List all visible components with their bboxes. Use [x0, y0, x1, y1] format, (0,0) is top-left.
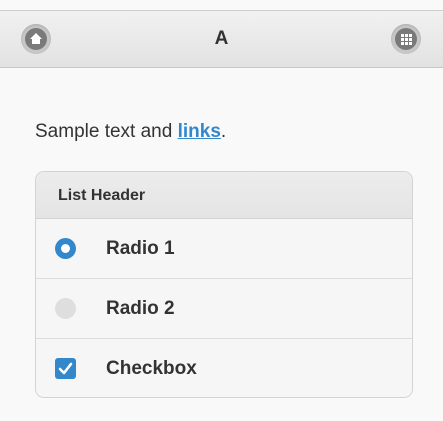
radio-2-label: Radio 2 — [106, 298, 175, 319]
radio-checked-icon[interactable] — [55, 238, 76, 259]
grid-icon — [401, 34, 412, 45]
radio-unchecked-icon[interactable] — [55, 298, 76, 319]
list-item-radio-2[interactable]: Radio 2 — [36, 279, 412, 339]
checkbox-label: Checkbox — [106, 358, 197, 379]
links-link[interactable]: links — [178, 121, 221, 142]
app-window: A Sample text and links. List Header Rad… — [0, 0, 443, 421]
list-item-checkbox[interactable]: Checkbox — [36, 339, 412, 397]
list-view: List Header Radio 1 Radio 2 Checkbox — [35, 171, 413, 398]
page-title: A — [214, 28, 229, 49]
list-item-radio-1[interactable]: Radio 1 — [36, 219, 412, 279]
sample-text-paragraph: Sample text and links. — [35, 121, 226, 143]
grid-button[interactable] — [391, 24, 421, 54]
checkmark-icon — [58, 362, 73, 375]
sample-text-suffix: . — [220, 121, 227, 142]
list-header: List Header — [36, 172, 412, 219]
radio-dot — [61, 244, 70, 253]
header-bar: A — [0, 10, 443, 68]
checkbox-checked-icon[interactable] — [55, 358, 76, 379]
sample-text: Sample text and — [35, 121, 178, 142]
radio-1-label: Radio 1 — [106, 238, 175, 259]
